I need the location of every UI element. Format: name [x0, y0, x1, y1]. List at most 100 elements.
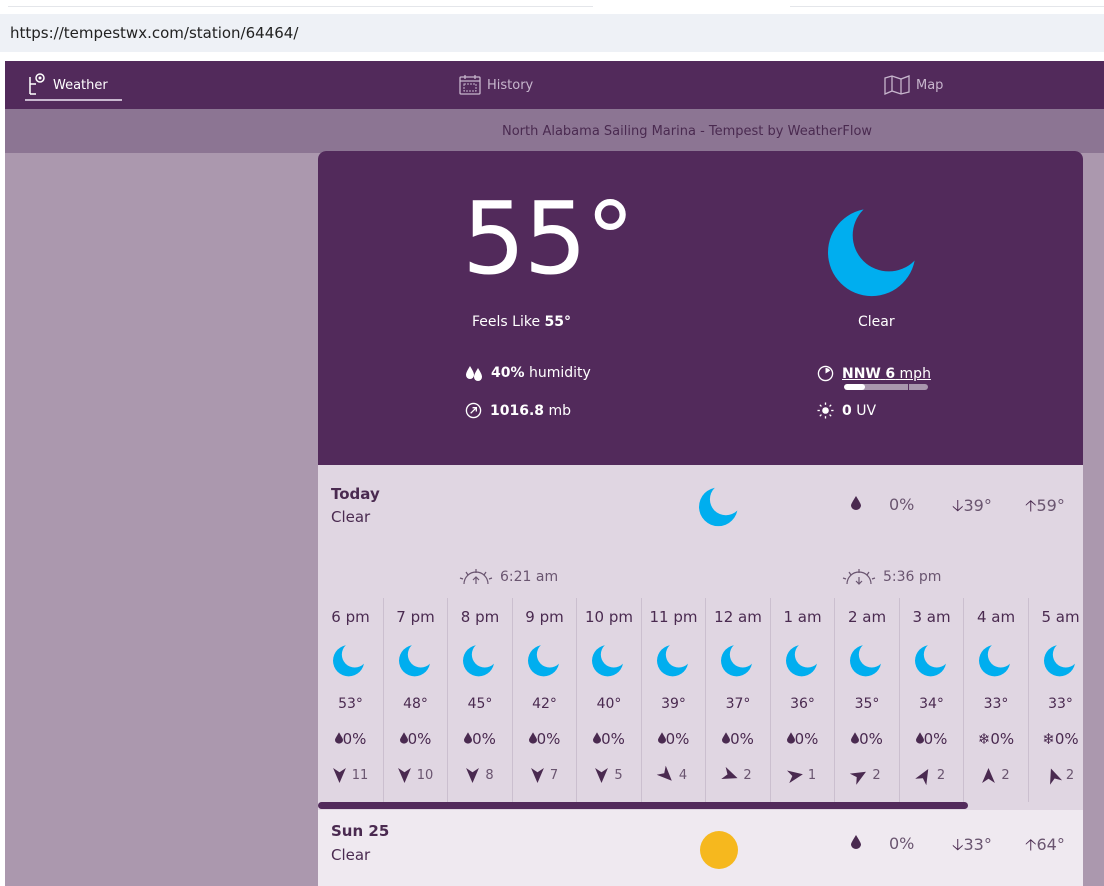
hour-temp: 36° [790, 696, 815, 712]
hour-temp: 33° [1048, 696, 1073, 712]
hour-precip: 0% [577, 730, 641, 748]
hour-wind-speed: 10 [416, 768, 434, 783]
hour-wind: 5 [577, 768, 641, 783]
moon-icon [850, 645, 882, 677]
hour-wind: 8 [448, 768, 512, 783]
active-tab-underline [25, 99, 122, 101]
moon-icon [699, 487, 738, 527]
hour-temp: 48° [403, 696, 428, 712]
nav-history-label: History [487, 77, 534, 93]
hour-wind-speed: 1 [807, 768, 817, 783]
hour-temp: 35° [854, 696, 880, 712]
uv-value: 0 [842, 402, 852, 419]
top-nav: Weather History Map [5, 61, 1104, 109]
sunday-forecast-row[interactable]: Sun 25 Clear 0% 🡣33° 🡡64° [318, 810, 1083, 886]
sunset-icon [842, 569, 876, 585]
hour-label: 12 am [714, 608, 762, 626]
raindrop-icon [851, 732, 860, 744]
hour-wind: 2 [900, 768, 964, 786]
day-precip-value: 0% [889, 834, 915, 853]
feels-like-label: Feels Like [472, 314, 541, 330]
wind-arrow-icon [721, 766, 738, 779]
hour-precip-value: 0% [923, 730, 948, 748]
moon-icon [527, 645, 559, 677]
hour-temp: 53° [338, 696, 363, 712]
raindrop-icon [851, 495, 861, 514]
sunset-marker: 5:36 pm [841, 569, 941, 585]
hour-wind-speed: 2 [1065, 768, 1075, 783]
moon-icon [979, 645, 1011, 677]
raindrop-icon [915, 732, 924, 744]
humidity-stat: 40% humidity [465, 365, 591, 381]
nav-weather-tab[interactable]: Weather [25, 61, 122, 109]
hour-wind: 11 [318, 768, 383, 783]
raindrop-icon [528, 732, 537, 744]
hour-precip: 0% [706, 730, 770, 748]
hour-label: 8 pm [460, 608, 500, 626]
hour-wind: 2 [1029, 768, 1084, 785]
hourly-forecast-strip[interactable]: 6 pm 53° 0% 11 7 pm 48° 0% 10 8 pm 45° 0% 8 9 pm 42° 0… [318, 598, 1083, 806]
wind-arrow-icon [332, 768, 346, 783]
nav-weather-label: Weather [53, 77, 108, 93]
arrow-up-icon: 🡡 [1025, 496, 1037, 515]
hourly-scrollbar[interactable] [318, 802, 1083, 810]
hour-wind-speed: 11 [351, 768, 369, 783]
hour-temp: 34° [919, 696, 944, 712]
hour-wind: 2 [964, 768, 1028, 783]
moon-icon [398, 645, 430, 677]
moon-icon [914, 645, 946, 677]
gauge-icon [465, 402, 482, 419]
day-name: Today [331, 485, 380, 503]
hour-temp: 39° [661, 696, 686, 712]
pressure-value: 1016.8 [490, 402, 545, 419]
hour-wind: 10 [384, 768, 448, 783]
hour-temp: 37° [725, 696, 751, 712]
raindrop-icon [593, 732, 602, 744]
hour-label: 10 pm [585, 608, 633, 626]
droplets-icon [466, 366, 482, 381]
arrow-up-icon: 🡡 [1025, 835, 1037, 854]
hourly-column: 6 pm 53° 0% 11 [318, 598, 383, 803]
raindrop-icon [399, 732, 408, 744]
sunset-time: 5:36 pm [883, 569, 942, 585]
arrow-down-icon: 🡣 [952, 835, 964, 854]
map-icon [884, 75, 910, 95]
station-title-bar: North Alabama Sailing Marina - Tempest b… [5, 109, 1104, 153]
nav-history-tab[interactable]: History [459, 61, 533, 109]
wind-arrow-icon [656, 765, 672, 781]
day-name: Sun 25 [331, 822, 390, 840]
arrow-down-icon: 🡣 [952, 496, 964, 515]
hour-wind-speed: 4 [678, 768, 688, 783]
hour-label: 6 pm [331, 608, 370, 626]
hour-precip-value: 0% [536, 730, 561, 748]
raindrop-icon [851, 834, 861, 853]
today-forecast-row[interactable]: Today Clear 0% 🡣39° 🡡59° [318, 465, 1083, 605]
current-condition: Clear [858, 314, 895, 330]
address-bar[interactable]: https://tempestwx.com/station/64464/ [0, 14, 1104, 52]
nav-map-tab[interactable]: Map [884, 61, 943, 109]
hourly-column: 2 am 35° 0% 2 [834, 598, 899, 803]
station-title: North Alabama Sailing Marina - Tempest b… [501, 123, 873, 139]
sunrise-marker: 6:21 am [458, 569, 558, 585]
hour-precip: 0% [318, 730, 383, 748]
url-text[interactable]: https://tempestwx.com/station/64464/ [10, 24, 298, 42]
scrollbar-thumb[interactable] [318, 802, 969, 809]
hour-precip-value: 0% [665, 730, 690, 748]
wind-arrow-icon [397, 768, 411, 783]
hour-label: 3 am [912, 608, 951, 626]
raindrop-icon [334, 732, 343, 744]
sun-icon [700, 831, 738, 869]
hour-wind-speed: 8 [485, 768, 494, 783]
nav-map-label: Map [916, 77, 944, 93]
hour-wind-speed: 2 [743, 768, 752, 783]
raindrop-icon [464, 732, 473, 744]
hourly-column: 4 am 33° ❄0% 2 [963, 598, 1028, 803]
hour-label: 5 am [1041, 608, 1080, 626]
feels-like-value: 55° [544, 314, 571, 330]
hour-temp: 45° [467, 696, 493, 712]
wind-bar-fill [844, 384, 865, 390]
moon-icon [828, 208, 916, 297]
wind-arrow-icon [786, 770, 803, 784]
moon-icon [721, 645, 753, 677]
day-low: 🡣39° [952, 495, 992, 522]
